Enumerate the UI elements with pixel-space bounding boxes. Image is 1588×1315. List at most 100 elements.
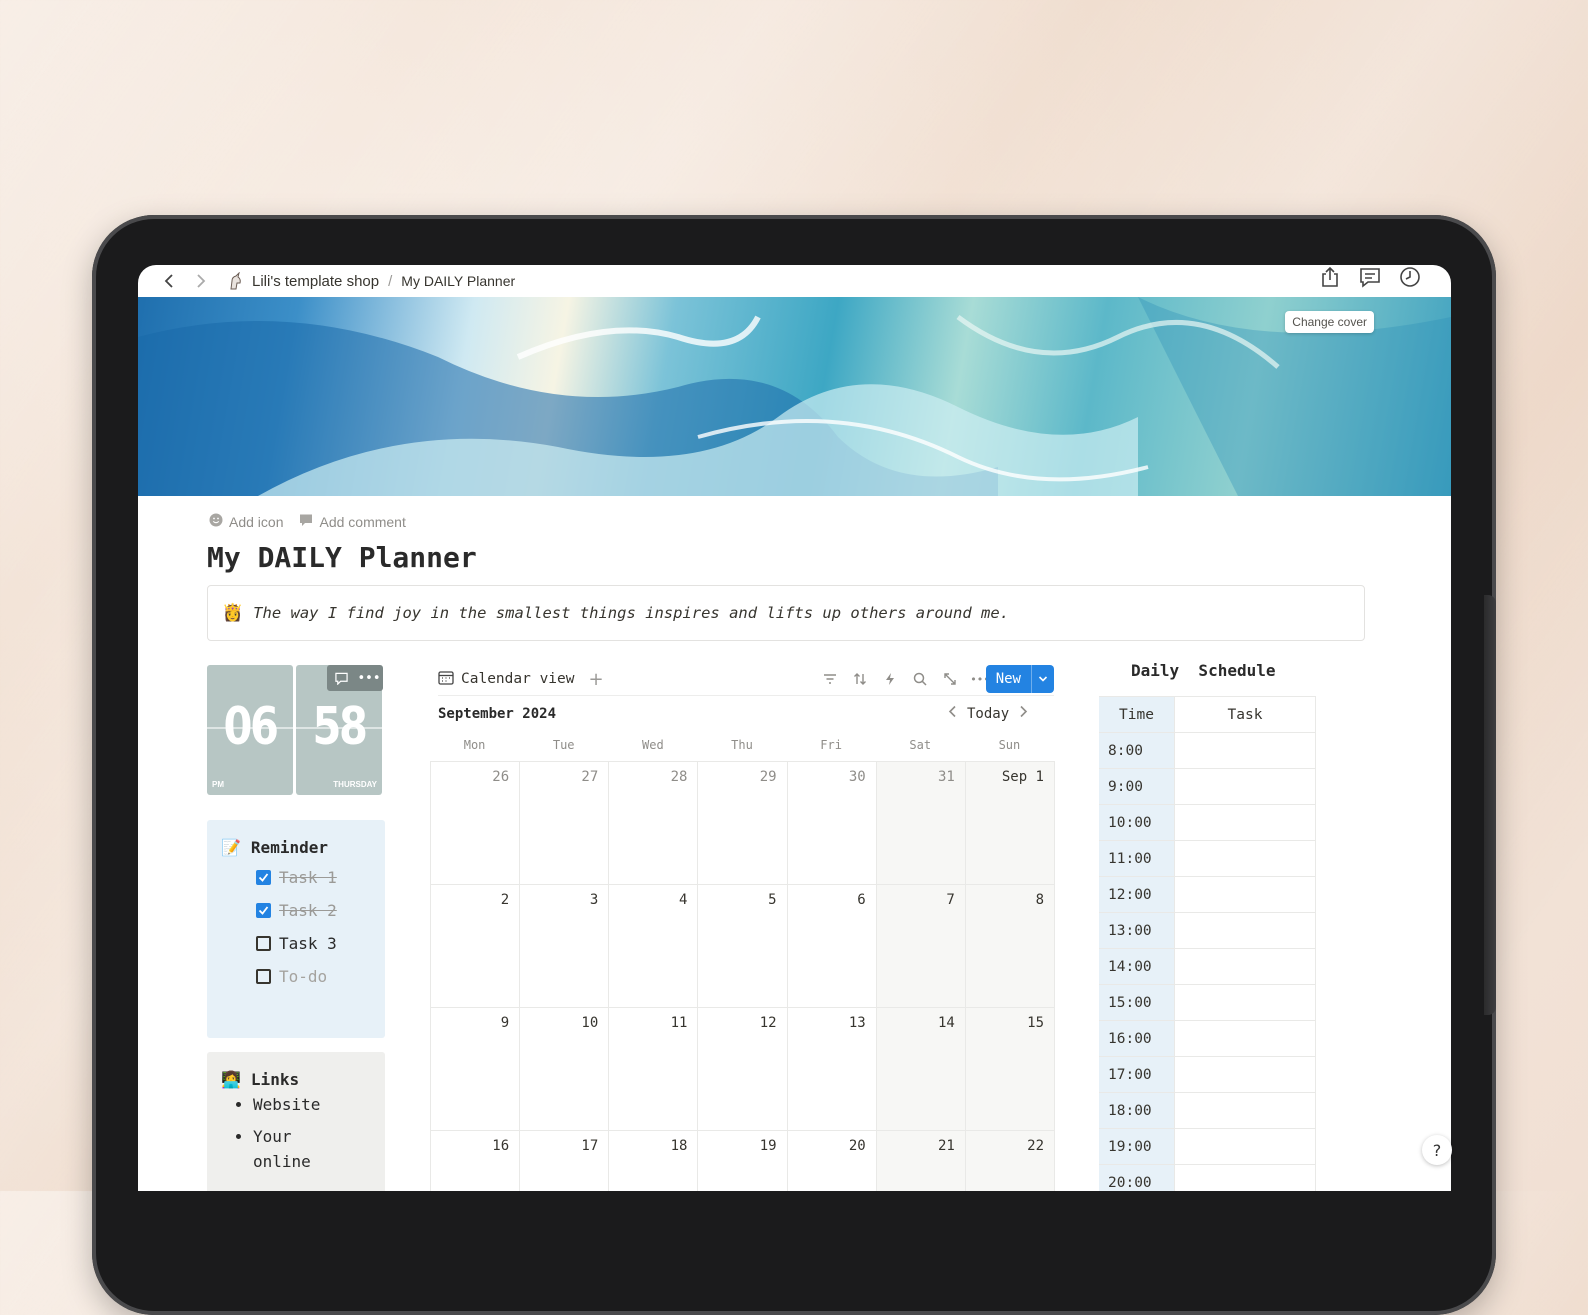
- calendar-day[interactable]: 20: [788, 1131, 877, 1191]
- forward-icon[interactable]: [190, 270, 212, 292]
- calendar-day[interactable]: 30: [787, 762, 877, 885]
- calendar-day[interactable]: 27: [520, 762, 610, 885]
- calendar-day[interactable]: 31: [876, 762, 966, 885]
- column-header-time[interactable]: Time: [1099, 697, 1174, 732]
- day-number: 16: [492, 1138, 510, 1154]
- history-icon[interactable]: [1399, 266, 1421, 288]
- back-icon[interactable]: [158, 270, 180, 292]
- next-month-icon[interactable]: [1019, 705, 1028, 722]
- calendar-day[interactable]: 19: [698, 1131, 788, 1191]
- filter-icon[interactable]: [820, 669, 840, 689]
- checkbox-checked[interactable]: [256, 870, 271, 885]
- calendar-day[interactable]: 15: [965, 1008, 1055, 1131]
- task-cell[interactable]: [1174, 1093, 1316, 1128]
- help-icon[interactable]: ?: [1422, 1135, 1452, 1165]
- search-icon[interactable]: [910, 669, 930, 689]
- time-cell[interactable]: 9:00: [1099, 769, 1174, 804]
- link-item[interactable]: Your online: [253, 1124, 333, 1174]
- time-cell[interactable]: 11:00: [1099, 841, 1174, 876]
- calendar-view-tab[interactable]: Calendar view: [438, 670, 575, 689]
- calendar-day[interactable]: 12: [698, 1008, 788, 1131]
- task-cell[interactable]: [1174, 1165, 1316, 1191]
- quote-callout[interactable]: 👸 The way I find joy in the smallest thi…: [207, 585, 1365, 641]
- task-cell[interactable]: [1174, 1057, 1316, 1092]
- todo-item[interactable]: Task 3: [256, 934, 337, 953]
- expand-icon[interactable]: [940, 669, 960, 689]
- breadcrumb-page[interactable]: My DAILY Planner: [401, 273, 515, 289]
- page-title[interactable]: My DAILY Planner: [207, 541, 477, 574]
- comment-icon[interactable]: [327, 665, 355, 691]
- time-cell[interactable]: 19:00: [1099, 1129, 1174, 1164]
- calendar-day[interactable]: 3: [520, 885, 610, 1008]
- task-cell[interactable]: [1174, 1021, 1316, 1056]
- calendar-day[interactable]: 16: [431, 1131, 521, 1191]
- checkbox-unchecked[interactable]: [256, 936, 271, 951]
- task-cell[interactable]: [1174, 841, 1316, 876]
- task-cell[interactable]: [1174, 769, 1316, 804]
- checkbox-checked[interactable]: [256, 903, 271, 918]
- calendar-day[interactable]: 6: [787, 885, 877, 1008]
- calendar-day[interactable]: 5: [698, 885, 788, 1008]
- chevron-down-icon[interactable]: [1031, 665, 1054, 693]
- links-title[interactable]: Links: [251, 1070, 299, 1089]
- breadcrumb-workspace[interactable]: Lili's template shop: [252, 273, 379, 290]
- calendar-day[interactable]: 29: [698, 762, 788, 885]
- new-button[interactable]: New: [985, 665, 1054, 693]
- time-cell[interactable]: 10:00: [1099, 805, 1174, 840]
- calendar-day[interactable]: 28: [609, 762, 699, 885]
- calendar-day[interactable]: 13: [787, 1008, 877, 1131]
- more-icon[interactable]: •••: [355, 665, 383, 691]
- calendar-day[interactable]: 18: [609, 1131, 699, 1191]
- task-cell[interactable]: [1174, 877, 1316, 912]
- add-icon-button[interactable]: Add icon: [209, 513, 283, 530]
- time-cell[interactable]: 18:00: [1099, 1093, 1174, 1128]
- task-cell[interactable]: [1174, 985, 1316, 1020]
- task-cell[interactable]: [1174, 913, 1316, 948]
- task-cell[interactable]: [1174, 949, 1316, 984]
- time-cell[interactable]: 17:00: [1099, 1057, 1174, 1092]
- calendar-day[interactable]: 7: [876, 885, 966, 1008]
- calendar-day[interactable]: 17: [520, 1131, 610, 1191]
- sort-icon[interactable]: [850, 669, 870, 689]
- task-cell[interactable]: [1174, 1129, 1316, 1164]
- add-view-icon[interactable]: +: [589, 669, 604, 690]
- time-cell[interactable]: 20:00: [1099, 1165, 1174, 1191]
- today-button[interactable]: Today: [967, 706, 1009, 722]
- todo-item[interactable]: To-do: [256, 967, 327, 986]
- time-cell[interactable]: 16:00: [1099, 1021, 1174, 1056]
- calendar-day[interactable]: 21: [876, 1131, 966, 1191]
- day-number: 5: [768, 892, 777, 908]
- share-icon[interactable]: [1319, 266, 1341, 288]
- calendar-day[interactable]: 10: [520, 1008, 610, 1131]
- calendar-day[interactable]: 9: [431, 1008, 521, 1131]
- time-cell[interactable]: 8:00: [1099, 733, 1174, 768]
- calendar-day[interactable]: 8: [965, 885, 1055, 1008]
- new-button-label[interactable]: New: [986, 665, 1031, 693]
- column-header-task[interactable]: Task: [1174, 697, 1316, 732]
- calendar-day[interactable]: 2: [431, 885, 521, 1008]
- schedule-title: Daily Schedule: [1131, 661, 1276, 680]
- todo-item[interactable]: Task 1: [256, 868, 337, 887]
- checkbox-unchecked[interactable]: [256, 969, 271, 984]
- time-cell[interactable]: 13:00: [1099, 913, 1174, 948]
- change-cover-button[interactable]: Change cover: [1285, 311, 1374, 333]
- automation-icon[interactable]: [880, 669, 900, 689]
- calendar-day[interactable]: 22: [965, 1131, 1055, 1191]
- calendar-day[interactable]: Sep 1: [965, 762, 1055, 885]
- task-cell[interactable]: [1174, 805, 1316, 840]
- time-cell[interactable]: 15:00: [1099, 985, 1174, 1020]
- calendar-day[interactable]: 4: [609, 885, 699, 1008]
- time-cell[interactable]: 12:00: [1099, 877, 1174, 912]
- link-item[interactable]: Website: [253, 1092, 333, 1117]
- calendar-day[interactable]: 26: [431, 762, 521, 885]
- reminder-title[interactable]: Reminder: [251, 838, 328, 857]
- prev-month-icon[interactable]: [948, 705, 957, 722]
- calendar-day[interactable]: 11: [609, 1008, 699, 1131]
- comments-icon[interactable]: [1359, 266, 1381, 288]
- calendar-day[interactable]: 14: [876, 1008, 966, 1131]
- task-cell[interactable]: [1174, 733, 1316, 768]
- time-cell[interactable]: 14:00: [1099, 949, 1174, 984]
- add-comment-button[interactable]: Add comment: [299, 513, 406, 530]
- todo-item[interactable]: Task 2: [256, 901, 337, 920]
- smiley-icon: [209, 513, 223, 530]
